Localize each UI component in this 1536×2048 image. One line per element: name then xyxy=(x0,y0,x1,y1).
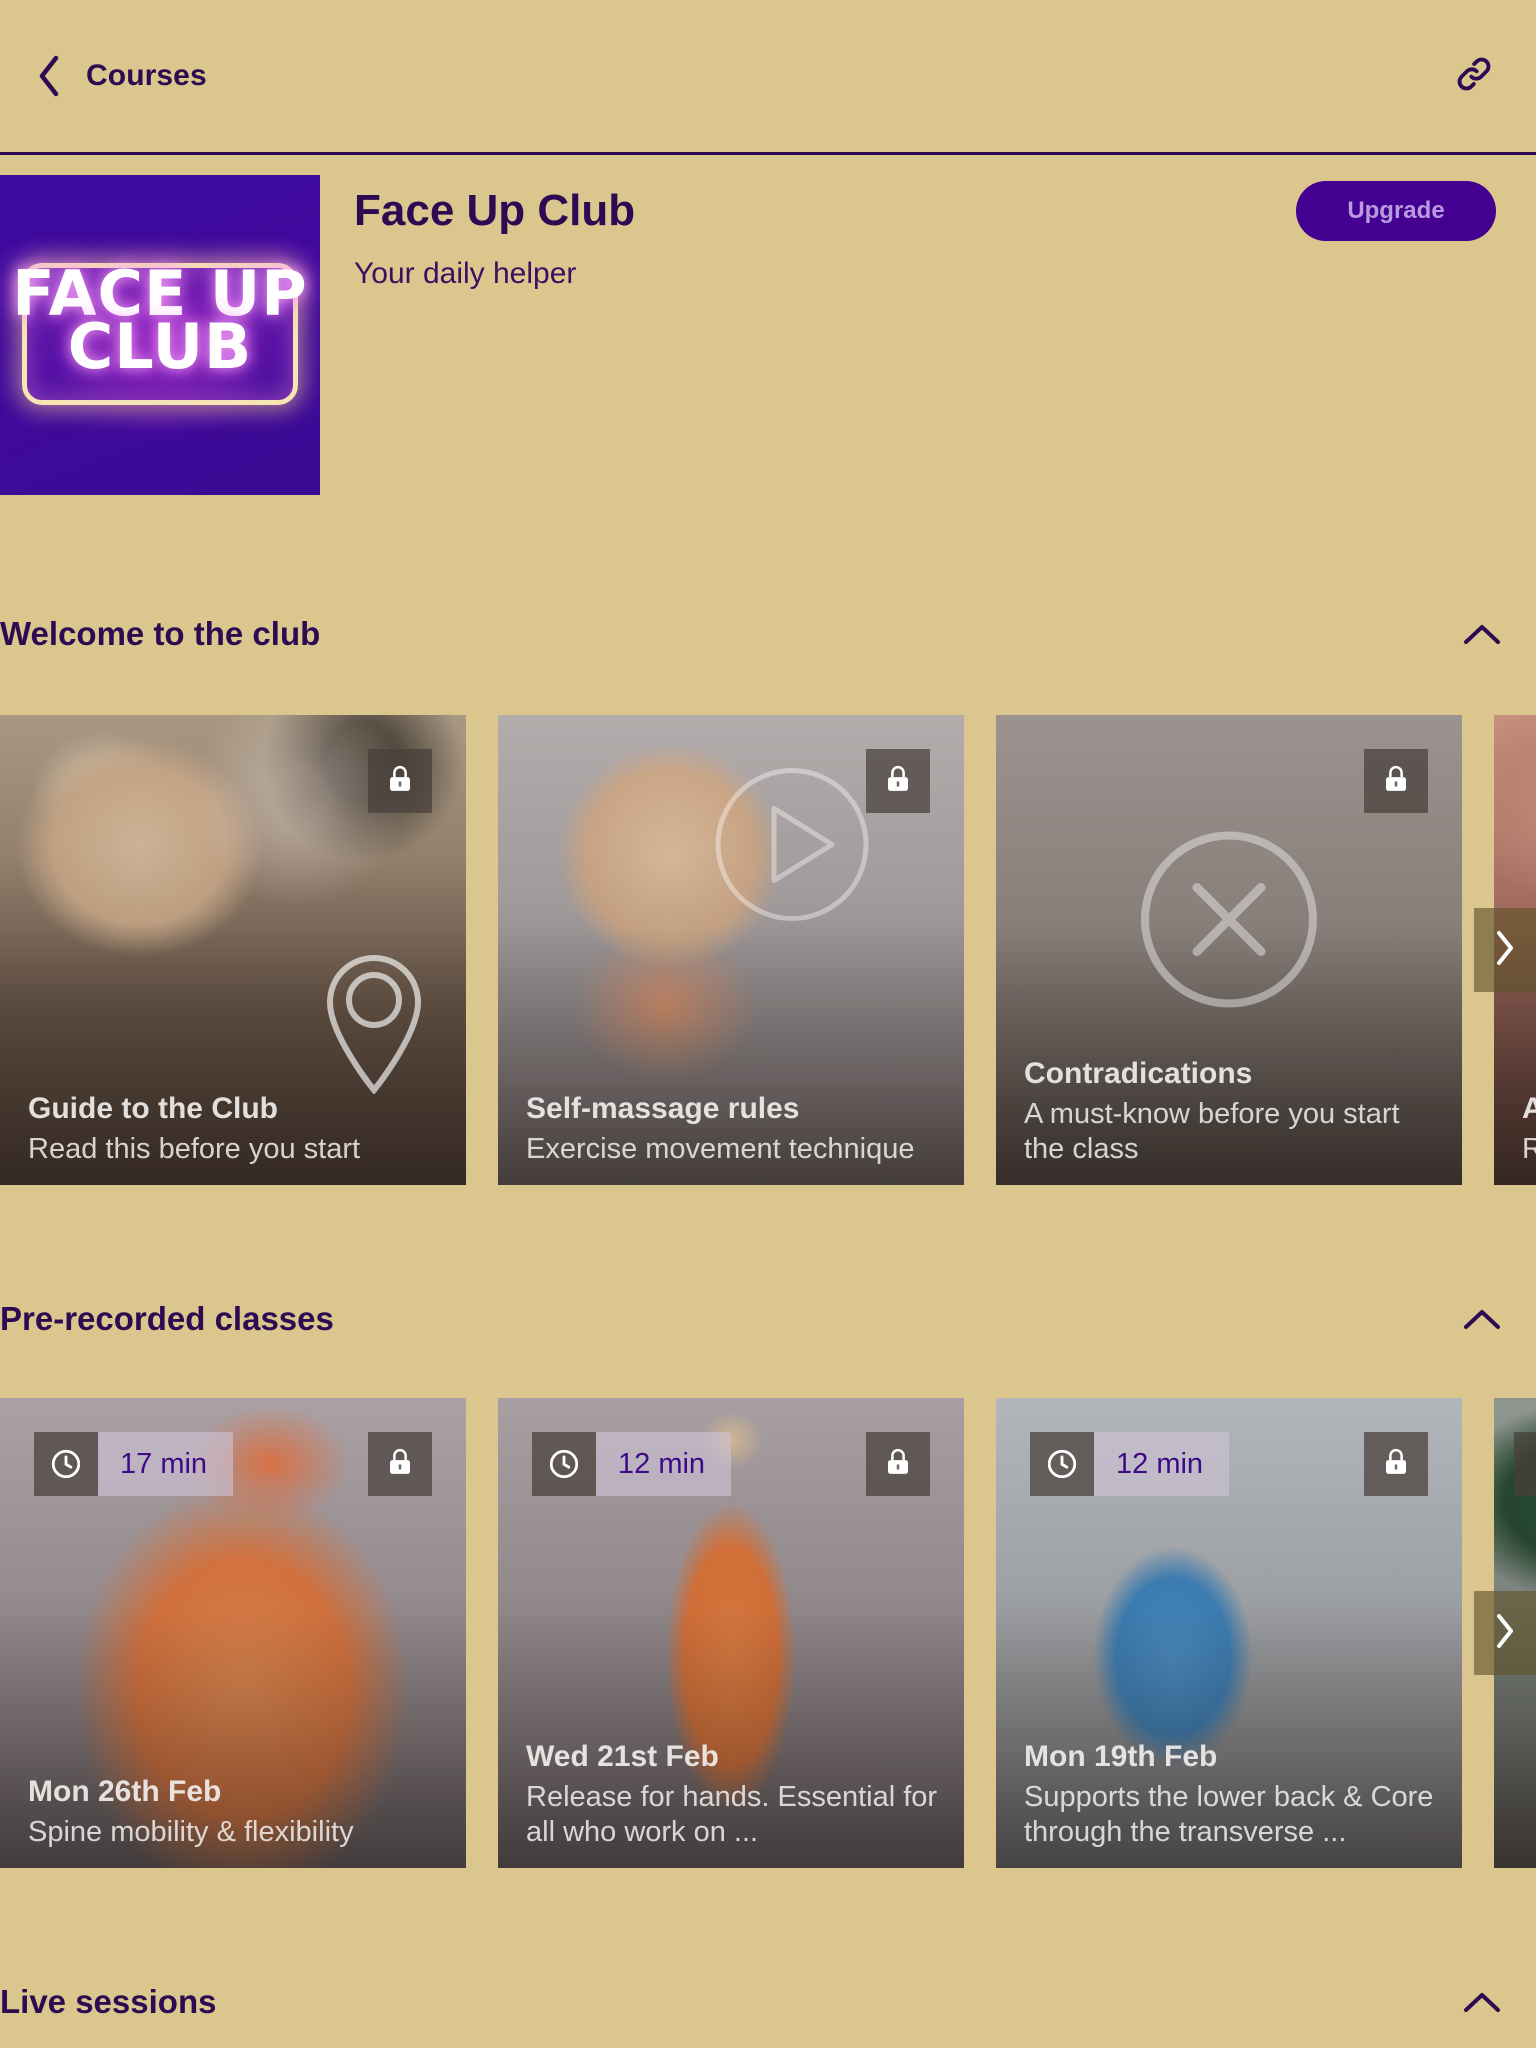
card-description: Spine mobility & flexibility xyxy=(28,1816,354,1849)
lock-icon xyxy=(1381,1446,1411,1483)
card-text: Mon 19th Feb Supports the lower back & C… xyxy=(1024,1739,1440,1850)
card-description: Read this before you start xyxy=(28,1133,361,1166)
x-circle-icon xyxy=(1139,829,1319,1014)
carousel-next-button[interactable] xyxy=(1474,1591,1536,1675)
class-card[interactable]: 17 min Mon 26th Feb Spine mobility & fle… xyxy=(0,1398,466,1868)
duration-badge: 12 min xyxy=(1030,1432,1230,1496)
lock-icon xyxy=(1531,1446,1536,1483)
card-title: Mon 19th Feb xyxy=(1024,1740,1218,1774)
card-title: Guide to the Club xyxy=(28,1091,278,1125)
card-text: Guide to the Club Read this before you s… xyxy=(28,1091,444,1167)
link-icon xyxy=(1451,51,1497,102)
course-card[interactable]: Contradications A must-know before you s… xyxy=(996,715,1462,1185)
chevron-right-icon xyxy=(1494,1612,1516,1655)
course-logo: FACE UP CLUB xyxy=(0,175,320,495)
logo-text: FACE UP CLUB xyxy=(0,262,320,378)
card-title: A xyxy=(1522,1091,1536,1125)
course-header: FACE UP CLUB Face Up Club Your daily hel… xyxy=(0,155,1536,515)
lock-badge[interactable] xyxy=(368,749,432,813)
chevron-up-icon[interactable] xyxy=(1462,1306,1502,1332)
card-title: Contradications xyxy=(1024,1057,1253,1091)
lock-icon xyxy=(385,763,415,800)
duration-badge: 12 min xyxy=(532,1432,732,1496)
back-to-courses-button[interactable]: Courses xyxy=(34,54,207,98)
chevron-left-icon xyxy=(34,54,64,98)
section-title: Pre-recorded classes xyxy=(0,1300,334,1337)
lock-badge[interactable] xyxy=(1364,1432,1428,1496)
lock-icon xyxy=(385,1446,415,1483)
lock-badge[interactable] xyxy=(1364,749,1428,813)
map-pin-icon xyxy=(318,944,430,1099)
card-description: A must-know before you start the class xyxy=(1024,1098,1400,1166)
carousel-next-button[interactable] xyxy=(1474,908,1536,992)
lock-badge[interactable] xyxy=(368,1432,432,1496)
card-text: A R xyxy=(1522,1091,1536,1167)
card-text: Self-massage rules Exercise movement tec… xyxy=(526,1091,942,1167)
card-title: Wed 21st Feb xyxy=(526,1740,719,1774)
section-header-live-sessions[interactable]: Live sessions xyxy=(0,1983,1536,2021)
course-page: Courses FACE UP CLUB Face Up Club Your d… xyxy=(0,0,1536,2048)
section-header-welcome[interactable]: Welcome to the club xyxy=(0,615,1536,653)
upgrade-button[interactable]: Upgrade xyxy=(1296,181,1496,241)
duration-label: 12 min xyxy=(596,1432,732,1496)
lock-icon xyxy=(1381,763,1411,800)
clock-icon xyxy=(1030,1432,1094,1496)
card-text: Wed 21st Feb Release for hands. Essentia… xyxy=(526,1739,942,1850)
clock-icon xyxy=(34,1432,98,1496)
top-bar: Courses xyxy=(0,0,1536,155)
play-circle-icon xyxy=(712,764,872,929)
share-link-button[interactable] xyxy=(1446,48,1502,104)
duration-label: 17 min xyxy=(98,1432,234,1496)
section-header-pre-recorded[interactable]: Pre-recorded classes xyxy=(0,1300,1536,1338)
card-title: Self-massage rules xyxy=(526,1091,800,1125)
card-description: Supports the lower back & Core through t… xyxy=(1024,1781,1434,1849)
lock-badge[interactable] xyxy=(1514,1432,1536,1496)
clock-icon xyxy=(532,1432,596,1496)
course-subtitle: Your daily helper xyxy=(354,257,577,291)
section-title: Welcome to the club xyxy=(0,615,321,652)
course-card[interactable]: Guide to the Club Read this before you s… xyxy=(0,715,466,1185)
chevron-up-icon[interactable] xyxy=(1462,1989,1502,2015)
card-title: Mon 26th Feb xyxy=(28,1774,222,1808)
duration-label: 12 min xyxy=(1094,1432,1230,1496)
chevron-right-icon xyxy=(1494,929,1516,972)
card-text: Mon 26th Feb Spine mobility & flexibilit… xyxy=(28,1774,444,1850)
class-card[interactable]: 12 min Mon 19th Feb Supports the lower b… xyxy=(996,1398,1462,1868)
class-card[interactable]: 12 min Wed 21st Feb Release for hands. E… xyxy=(498,1398,964,1868)
duration-badge: 17 min xyxy=(34,1432,234,1496)
card-text: Contradications A must-know before you s… xyxy=(1024,1056,1440,1167)
card-description: Release for hands. Essential for all who… xyxy=(526,1781,938,1849)
card-description: R xyxy=(1522,1133,1536,1166)
lock-badge[interactable] xyxy=(866,749,930,813)
lock-icon xyxy=(883,1446,913,1483)
lock-icon xyxy=(883,763,913,800)
carousel-pre-recorded: 17 min Mon 26th Feb Spine mobility & fle… xyxy=(0,1398,1536,1868)
carousel-welcome: Guide to the Club Read this before you s… xyxy=(0,715,1536,1185)
chevron-up-icon[interactable] xyxy=(1462,621,1502,647)
card-description: Exercise movement technique xyxy=(526,1133,915,1166)
section-title: Live sessions xyxy=(0,1983,217,2020)
lock-badge[interactable] xyxy=(866,1432,930,1496)
course-card[interactable]: Self-massage rules Exercise movement tec… xyxy=(498,715,964,1185)
back-label: Courses xyxy=(86,59,207,92)
